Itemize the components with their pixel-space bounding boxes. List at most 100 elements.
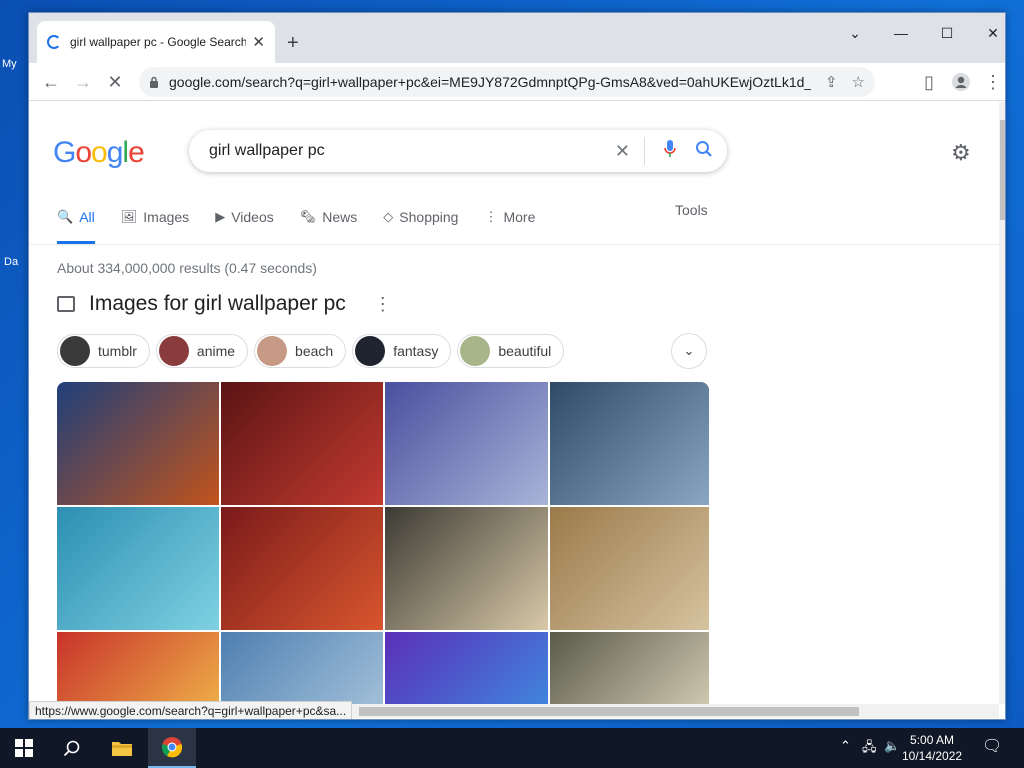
refinement-chip[interactable]: tumblr — [57, 334, 150, 368]
image-icon: 🖼 — [120, 209, 138, 224]
clear-search-icon[interactable]: ✕ — [615, 141, 630, 162]
maximize-button[interactable]: ☐ — [937, 25, 957, 42]
google-logo[interactable]: Google — [53, 136, 145, 170]
new-tab-button[interactable]: + — [287, 33, 299, 53]
search-input[interactable]: girl wallpaper pc — [209, 142, 597, 160]
chip-thumbnail — [355, 336, 386, 366]
refinement-chip[interactable]: fantasy — [352, 334, 452, 368]
network-icon[interactable]: 🖧 — [862, 738, 877, 760]
video-icon: ▶ — [215, 209, 226, 224]
scrollbar-thumb[interactable] — [359, 707, 859, 716]
tab-title: girl wallpaper pc - Google Search — [70, 35, 247, 49]
search-icon: 🔍 — [57, 209, 74, 224]
close-window-button[interactable]: ✕ — [983, 25, 1003, 42]
refinement-chip[interactable]: beach — [254, 334, 347, 368]
chip-label: fantasy — [393, 343, 439, 359]
active-tab[interactable]: girl wallpaper pc - Google Search ✕ — [37, 21, 275, 63]
vertical-scrollbar[interactable] — [999, 102, 1005, 704]
tab-label: Videos — [231, 209, 274, 225]
image-result-thumbnail[interactable] — [550, 507, 709, 630]
search-icon[interactable] — [48, 728, 96, 768]
browser-toolbar: ← → ✕ google.com/search?q=girl+wallpaper… — [29, 63, 1005, 101]
image-result-thumbnail[interactable] — [550, 632, 709, 710]
tab-close-icon[interactable]: ✕ — [252, 33, 265, 51]
stop-loading-button[interactable]: ✕ — [103, 70, 127, 94]
chip-thumbnail — [60, 336, 90, 366]
share-icon[interactable]: ⇪ — [825, 73, 838, 91]
tab-shopping[interactable]: ◇ Shopping — [383, 202, 458, 232]
forward-button[interactable]: → — [71, 70, 95, 94]
tab-all[interactable]: 🔍 All — [57, 202, 95, 244]
images-section-title[interactable]: Images for girl wallpaper pc — [89, 292, 346, 316]
search-box[interactable]: girl wallpaper pc ✕ — [189, 130, 727, 172]
status-bar-url: https://www.google.com/search?q=girl+wal… — [29, 701, 353, 719]
more-icon: ⋮ — [484, 209, 498, 224]
chip-label: tumblr — [98, 343, 137, 359]
tab-label: Shopping — [399, 209, 459, 225]
logo-letter: e — [128, 136, 145, 169]
tab-label: News — [322, 209, 358, 225]
refinement-chip[interactable]: anime — [155, 334, 249, 368]
chrome-taskbar-icon[interactable] — [148, 728, 196, 768]
search-results-page: Google girl wallpaper pc ✕ ⚙ 🔍 All 🖼 Image… — [29, 102, 999, 710]
tab-videos[interactable]: ▶ Videos — [215, 202, 274, 232]
clock-time: 5:00 AM — [910, 733, 955, 747]
tab-label: More — [503, 209, 536, 225]
system-clock[interactable]: 5:00 AM 10/14/2022 — [902, 732, 962, 764]
image-result-thumbnail[interactable] — [221, 632, 383, 710]
logo-letter: o — [91, 136, 108, 169]
image-result-thumbnail[interactable] — [57, 507, 219, 630]
tab-news[interactable]: 🗞 News — [300, 202, 358, 232]
image-result-thumbnail[interactable] — [57, 382, 219, 505]
image-result-thumbnail[interactable] — [385, 382, 548, 505]
refinement-chip[interactable]: beautiful — [457, 334, 565, 368]
image-result-thumbnail[interactable] — [221, 507, 383, 630]
image-result-thumbnail[interactable] — [385, 507, 548, 630]
scrollbar-thumb[interactable] — [1000, 120, 1005, 220]
image-result-thumbnail[interactable] — [57, 632, 219, 710]
microphone-icon[interactable] — [663, 139, 677, 164]
taskbar: ⌃ 🖧 🔈 5:00 AM 10/14/2022 🗨 — [0, 728, 1024, 768]
tools-button[interactable]: Tools — [675, 202, 708, 218]
start-button[interactable] — [0, 728, 48, 768]
tab-images[interactable]: 🖼 Images — [121, 202, 189, 232]
chip-thumbnail — [158, 336, 189, 366]
tab-search-chevron-icon[interactable]: ⌄ — [845, 25, 865, 42]
chip-label: beautiful — [498, 343, 552, 359]
minimize-button[interactable]: — — [891, 25, 911, 41]
search-icon[interactable] — [695, 140, 713, 163]
volume-icon[interactable]: 🔈 — [884, 738, 900, 754]
tab-label: All — [79, 209, 95, 225]
image-result-thumbnail[interactable] — [221, 382, 383, 505]
tab-more[interactable]: ⋮ More — [484, 202, 535, 232]
settings-gear-icon[interactable]: ⚙ — [951, 140, 971, 166]
result-stats: About 334,000,000 results (0.47 seconds) — [57, 260, 317, 276]
browser-menu-icon[interactable]: ⋮ — [981, 70, 1005, 94]
divider — [644, 137, 645, 165]
chip-thumbnail — [460, 336, 491, 366]
tab-strip: girl wallpaper pc - Google Search ✕ + ⌄ … — [29, 13, 1005, 63]
image-result-thumbnail[interactable] — [550, 382, 709, 505]
divider — [29, 244, 999, 245]
address-bar[interactable]: google.com/search?q=girl+wallpaper+pc&ei… — [139, 67, 875, 97]
refinement-chips: tumblr anime beach fantasy beautiful — [57, 334, 570, 368]
url-text[interactable]: google.com/search?q=girl+wallpaper+pc&ei… — [169, 74, 811, 90]
desktop-icon-label[interactable]: My — [2, 58, 17, 70]
lock-icon[interactable] — [149, 76, 159, 88]
profile-avatar-icon[interactable] — [949, 70, 973, 94]
images-section-header: Images for girl wallpaper pc ⋮ — [57, 292, 392, 316]
side-panel-icon[interactable]: ▯ — [917, 70, 941, 94]
notifications-icon[interactable]: 🗨 — [982, 736, 1002, 756]
tag-icon: ◇ — [383, 209, 394, 224]
more-options-icon[interactable]: ⋮ — [374, 294, 392, 315]
bookmark-star-icon[interactable]: ☆ — [852, 73, 865, 91]
file-explorer-icon[interactable] — [98, 728, 146, 768]
clock-date: 10/14/2022 — [902, 749, 963, 763]
chevron-down-icon[interactable]: ⌄ — [671, 333, 707, 369]
back-button[interactable]: ← — [39, 70, 63, 94]
image-result-thumbnail[interactable] — [385, 632, 548, 710]
desktop-icon-label[interactable]: Da — [4, 256, 18, 268]
chevron-up-icon[interactable]: ⌃ — [840, 738, 851, 754]
loading-spinner-icon — [47, 35, 61, 49]
logo-letter: G — [53, 136, 76, 169]
